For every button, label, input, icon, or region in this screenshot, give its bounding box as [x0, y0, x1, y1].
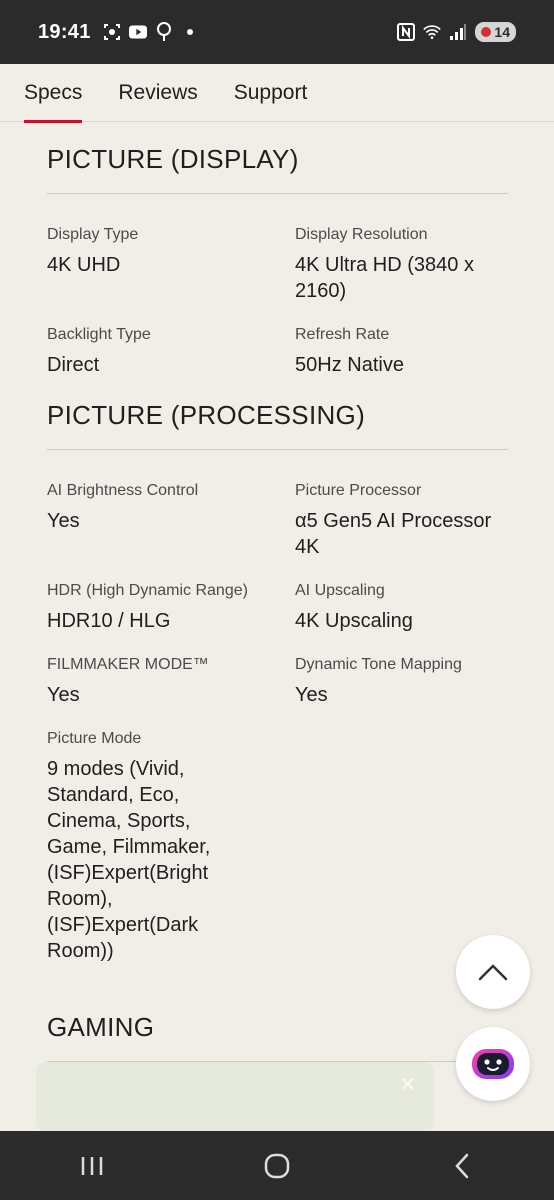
spec-label: Picture Mode: [47, 730, 142, 747]
screenshot-icon: [103, 23, 121, 41]
wifi-icon: [423, 23, 442, 41]
tab-specs[interactable]: Specs: [24, 64, 83, 123]
spec-value: Yes: [47, 684, 80, 706]
spec-label: FILMMAKER MODE™: [47, 656, 209, 673]
spec-grid-display: Display Type 4K UHD Display Resolution 4…: [47, 194, 508, 400]
recent-apps-button[interactable]: [62, 1146, 122, 1186]
section-title-processing: PICTURE (PROCESSING): [47, 400, 508, 450]
spec-value: Direct: [47, 354, 100, 376]
spec-value: HDR10 / HLG: [47, 610, 171, 632]
youtube-icon: [128, 23, 147, 41]
home-icon: [264, 1153, 290, 1178]
back-button[interactable]: [432, 1146, 492, 1186]
spec-item: Display Resolution 4K Ultra HD (3840 x 2…: [295, 226, 508, 304]
spec-item: AI Brightness Control Yes: [47, 482, 295, 560]
signal-icon: [449, 23, 467, 41]
specs-content: PICTURE (DISPLAY) Display Type 4K UHD Di…: [47, 122, 508, 1062]
tab-support[interactable]: Support: [234, 64, 308, 122]
spec-label: AI Brightness Control: [47, 482, 199, 499]
spec-label: Dynamic Tone Mapping: [295, 656, 462, 673]
spec-label: Picture Processor: [295, 482, 422, 499]
battery-indicator: 14: [475, 22, 516, 42]
scroll-to-top-button[interactable]: [456, 935, 530, 1009]
battery-saver-icon: [481, 27, 492, 37]
spec-value: Yes: [295, 684, 328, 706]
spec-item: Dynamic Tone Mapping Yes: [295, 656, 508, 708]
back-icon: [454, 1153, 468, 1178]
spec-label: Display Resolution: [295, 226, 428, 243]
tab-bar: Specs Reviews Support: [0, 64, 554, 123]
status-bar: 19:41 14: [0, 0, 554, 64]
spec-label: Display Type: [47, 226, 139, 243]
spec-value: 4K Upscaling: [295, 610, 413, 632]
spec-label: AI Upscaling: [295, 582, 385, 599]
spec-item: Refresh Rate 50Hz Native: [295, 326, 508, 378]
section-title-display: PICTURE (DISPLAY): [47, 122, 508, 194]
spec-item: Picture Mode 9 modes (Vivid, Standard, E…: [47, 730, 247, 964]
chatbot-robot-icon: [472, 1049, 514, 1079]
battery-level: 14: [494, 24, 510, 40]
close-icon[interactable]: ✕: [399, 1072, 416, 1097]
toast-notification: ✕: [36, 1062, 434, 1132]
spec-item: Picture Processor α5 Gen5 AI Processor 4…: [295, 482, 508, 560]
tab-reviews[interactable]: Reviews: [118, 64, 197, 122]
spec-item: FILMMAKER MODE™ Yes: [47, 656, 295, 708]
tree-icon: [155, 22, 173, 41]
spec-label: HDR (High Dynamic Range): [47, 582, 248, 599]
chatbot-button[interactable]: [456, 1027, 530, 1101]
spec-item: AI Upscaling 4K Upscaling: [295, 582, 508, 634]
spec-label: Backlight Type: [47, 326, 151, 343]
spec-value: 50Hz Native: [295, 354, 404, 376]
nfc-icon: [397, 23, 416, 41]
spec-label: Refresh Rate: [295, 326, 390, 343]
spec-value: 9 modes (Vivid, Standard, Eco, Cinema, S…: [47, 758, 211, 962]
spec-value: Yes: [47, 510, 80, 532]
status-time: 19:41: [38, 20, 91, 43]
spec-item: Backlight Type Direct: [47, 326, 295, 378]
home-button[interactable]: [247, 1146, 307, 1186]
dot-icon: [181, 23, 199, 41]
spec-item: HDR (High Dynamic Range) HDR10 / HLG: [47, 582, 295, 634]
system-nav-bar: [0, 1131, 554, 1200]
spec-value: 4K UHD: [47, 254, 121, 276]
spec-value: 4K Ultra HD (3840 x 2160): [295, 254, 474, 302]
chevron-up-icon: [478, 964, 508, 981]
spec-value: α5 Gen5 AI Processor 4K: [295, 510, 492, 558]
section-title-gaming: GAMING: [47, 986, 508, 1062]
spec-grid-processing: AI Brightness Control Yes Picture Proces…: [47, 450, 508, 986]
recent-apps-icon: [82, 1156, 103, 1175]
spec-item: Display Type 4K UHD: [47, 226, 295, 304]
